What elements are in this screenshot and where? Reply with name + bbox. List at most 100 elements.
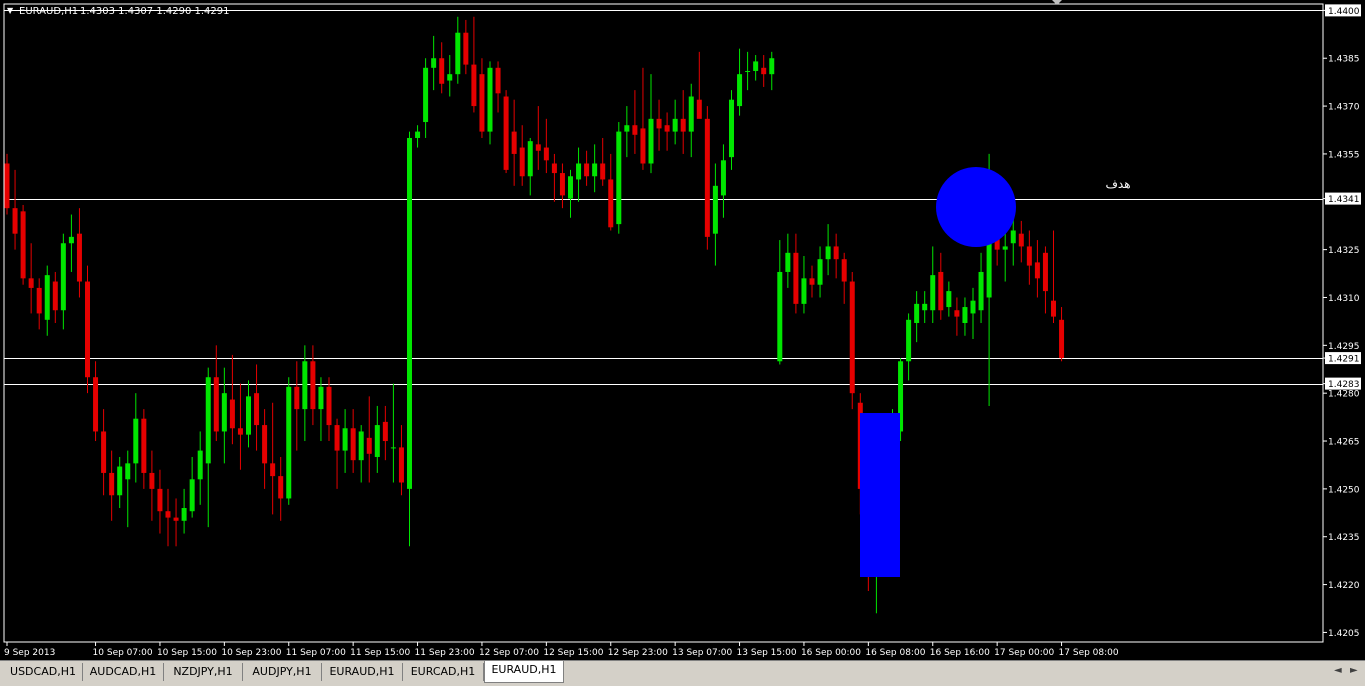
candle-body [624, 125, 630, 132]
candle-body [938, 271, 944, 311]
candle [286, 377, 292, 505]
candle-body [471, 64, 477, 107]
candle-body [793, 252, 799, 304]
y-tick-label: 1.4235 [1328, 533, 1360, 543]
candle-body [1051, 300, 1056, 317]
candle [85, 265, 90, 394]
tab-euraud-h1-6[interactable]: EURAUD,H1 [484, 661, 564, 683]
x-tick-label: 11 Sep 07:00 [286, 648, 346, 658]
candle-body [125, 463, 131, 480]
tab-audjpy-h1-3[interactable]: AUDJPY,H1 [243, 663, 322, 681]
x-tick-label: 17 Sep 00:00 [994, 648, 1054, 658]
tab-scroll-right-icon[interactable]: ► [1350, 665, 1358, 676]
candle-body [197, 450, 203, 480]
candle-body [1042, 252, 1048, 292]
candle-body [535, 144, 541, 151]
symbol-tab-bar: USDCAD,H1 AUDCAD,H1 NZDJPY,H1 AUDJPY,H1 EURA… [0, 660, 1365, 686]
tab-audcad-h1-1[interactable]: AUDCAD,H1 [83, 663, 164, 681]
candle-body [117, 466, 123, 496]
candle-body [1002, 246, 1008, 250]
candle-body [407, 137, 412, 489]
y-tick-label: 1.4205 [1328, 629, 1360, 639]
candle-body [205, 377, 211, 464]
candle-body [302, 361, 308, 410]
candle-body [632, 125, 638, 135]
y-tick-label: 1.4291 [1328, 355, 1360, 365]
candle-body [712, 185, 718, 234]
candle-body [479, 74, 485, 132]
candle [849, 271, 855, 410]
candle-body [761, 67, 767, 75]
candle [704, 106, 710, 250]
target-label: هدف [1105, 177, 1130, 191]
candle-body [777, 271, 783, 362]
y-tick-label: 1.4250 [1328, 485, 1360, 495]
x-tick-label: 13 Sep 07:00 [672, 648, 732, 658]
candle-body [495, 67, 501, 94]
candle-body [978, 271, 984, 311]
x-tick-label: 16 Sep 16:00 [930, 648, 990, 658]
candle-body [664, 125, 670, 132]
tab-nzdjpy-h1-2[interactable]: NZDJPY,H1 [164, 663, 243, 681]
candle-body [592, 163, 598, 177]
candle-body [36, 287, 42, 314]
candle-body [720, 160, 726, 196]
y-tick-label: 1.4265 [1328, 438, 1360, 448]
x-tick-label: 17 Sep 08:00 [1059, 648, 1119, 658]
y-tick-label: 1.4385 [1328, 55, 1360, 65]
target-ellipse[interactable] [936, 167, 1016, 247]
candle-body [52, 281, 58, 311]
candle-body [930, 275, 936, 311]
candle-body [221, 393, 227, 432]
candle-body [672, 118, 678, 132]
candle-body [101, 431, 107, 473]
candle-body [753, 61, 759, 71]
highlight-rectangle[interactable] [860, 413, 900, 577]
tab-euraud-h1-4[interactable]: EURAUD,H1 [322, 663, 403, 681]
candle [20, 204, 26, 285]
candle-body [608, 179, 614, 228]
candle-body [680, 118, 686, 132]
candle-body [68, 236, 74, 244]
candle-body [527, 141, 533, 177]
candle-body [817, 259, 823, 285]
candle-body [906, 319, 912, 362]
candle-body [382, 421, 388, 442]
candle-body [954, 310, 960, 317]
candle-body [576, 163, 582, 180]
tab-scroll-left-icon[interactable]: ◄ [1334, 665, 1342, 676]
candle-body [237, 428, 243, 435]
y-tick-label: 1.4355 [1328, 150, 1360, 160]
candle-body [254, 393, 260, 426]
candle-body [318, 386, 324, 410]
candle-body [785, 252, 791, 272]
candle-body [262, 425, 268, 464]
candle-body [584, 163, 590, 177]
candle-body [189, 479, 195, 512]
candle-body [423, 67, 429, 123]
chart-ohlc: 1.4303 1.4307 1.4290 1.4291 [80, 6, 230, 17]
candle-body [350, 428, 356, 461]
candle-body [487, 67, 493, 132]
candle-body [729, 99, 734, 158]
chart-symbol: EURAUD,H1 [19, 6, 78, 17]
candle-body [342, 428, 348, 451]
candle-body [914, 303, 920, 323]
candle-body [334, 425, 340, 451]
candlestick-chart[interactable]: 1.4400 1.4385 1.4370 1.4355 1.4341 1.4325 1.43… [0, 0, 1365, 660]
x-tick-label: 11 Sep 15:00 [350, 648, 410, 658]
candle-body [519, 147, 525, 177]
candle-body [213, 377, 219, 432]
y-tick-label: 1.4400 [1328, 7, 1360, 17]
candle-body [12, 208, 18, 234]
header-arrow-icon[interactable]: ▼ [7, 6, 14, 15]
candle-body [358, 431, 364, 461]
candle-body [696, 99, 702, 119]
tab-eurcad-h1-5[interactable]: EURCAD,H1 [403, 663, 484, 681]
tab-usdcad-h1-0[interactable]: USDCAD,H1 [4, 663, 83, 681]
x-tick-label: 16 Sep 08:00 [865, 648, 925, 658]
candle-body [962, 307, 968, 323]
x-tick-label: 12 Sep 07:00 [479, 648, 539, 658]
candle-body [278, 476, 284, 499]
candle-body [76, 233, 82, 282]
